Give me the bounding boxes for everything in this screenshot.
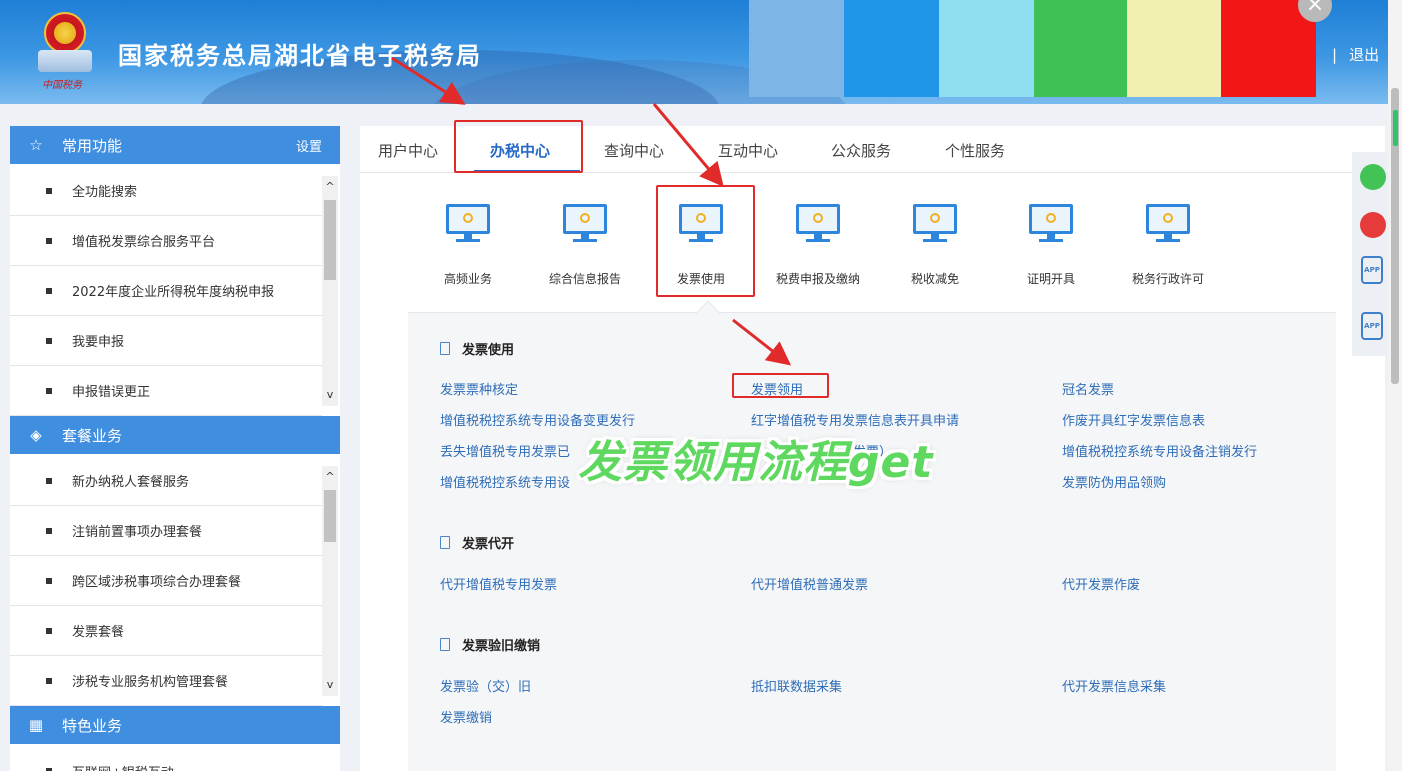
- weibo-icon[interactable]: [1360, 212, 1386, 238]
- scroll-indicator: [1393, 110, 1398, 146]
- app-icon[interactable]: APP: [1361, 256, 1383, 284]
- overlay-caption: 发票领用流程get: [578, 437, 934, 488]
- floating-share-bar: APP APP: [1352, 152, 1390, 356]
- arrow-to-link: [732, 318, 792, 366]
- arrow-to-service: [652, 103, 724, 187]
- arrow-to-tab: [391, 56, 466, 105]
- annotation-arrows: [391, 56, 792, 366]
- app-icon[interactable]: APP: [1361, 312, 1383, 340]
- wechat-icon[interactable]: [1360, 164, 1386, 190]
